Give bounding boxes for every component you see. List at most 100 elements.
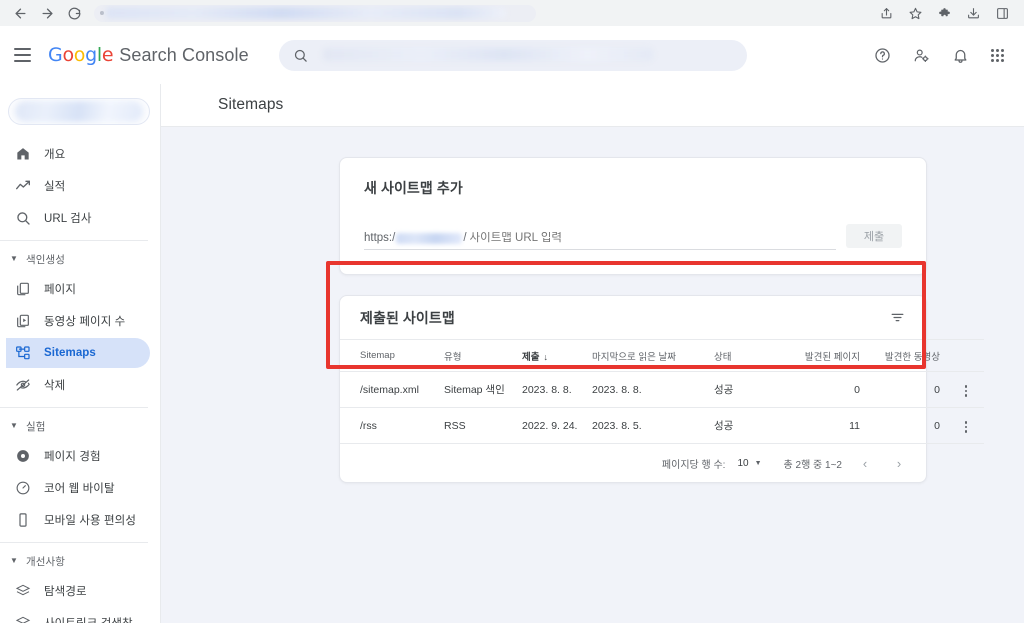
url-prefix-label: https:/ bbox=[364, 232, 396, 244]
cell-videos-found: 0 bbox=[874, 407, 948, 444]
chevron-down-icon: ▼ bbox=[754, 459, 762, 467]
sidebar-item-video-pages[interactable]: 동영상 페이지 수 bbox=[6, 306, 150, 336]
pages-icon bbox=[14, 281, 31, 298]
sidebar-item-overview[interactable]: 개요 bbox=[6, 139, 150, 169]
share-icon[interactable] bbox=[878, 5, 894, 21]
sidebar-item-url-inspection[interactable]: URL 검사 bbox=[6, 203, 150, 233]
column-header-status[interactable]: 상태 bbox=[714, 339, 790, 372]
search-input[interactable] bbox=[278, 39, 747, 71]
video-pages-icon bbox=[14, 313, 31, 330]
table-header-row: Sitemap 유형 제출 ↓ 마지막으로 읽은 날짜 상태 발견된 페이지 발견… bbox=[340, 339, 984, 372]
kebab-menu-icon[interactable] bbox=[961, 381, 972, 401]
kebab-menu-icon[interactable] bbox=[961, 417, 972, 437]
google-wordmark: Google bbox=[48, 44, 114, 66]
sidebar-item-label: 코어 웹 바이탈 bbox=[44, 483, 115, 495]
sidebar-section-label: 개선사항 bbox=[26, 555, 66, 568]
page-title: Sitemaps bbox=[218, 96, 284, 113]
sidebar-item-core-web-vitals[interactable]: 코어 웹 바이탈 bbox=[6, 473, 150, 503]
sidebar-item-label: 탐색경로 bbox=[44, 586, 87, 598]
next-page-button[interactable]: › bbox=[888, 452, 910, 474]
column-header-last-read[interactable]: 마지막으로 읽은 날짜 bbox=[592, 339, 714, 372]
cell-submitted: 2023. 8. 8. bbox=[522, 371, 592, 408]
sidebar-item-removals[interactable]: 삭제 bbox=[6, 370, 150, 400]
bell-icon[interactable] bbox=[952, 47, 969, 64]
cell-pages-found: 11 bbox=[790, 407, 874, 444]
url-redaction bbox=[106, 6, 506, 19]
hamburger-menu-icon[interactable] bbox=[14, 42, 40, 68]
cell-type: RSS bbox=[444, 407, 522, 444]
column-header-submitted-label: 제출 bbox=[522, 351, 540, 363]
sidebar-item-label: 실적 bbox=[44, 181, 66, 193]
reload-icon[interactable] bbox=[66, 5, 82, 21]
sidebar-section-label: 실험 bbox=[26, 420, 46, 433]
arrow-right-icon[interactable] bbox=[39, 5, 55, 21]
status-badge: 성공 bbox=[714, 407, 790, 444]
add-sitemap-card: 새 사이트맵 추가 https:/ / 제출 bbox=[339, 157, 927, 275]
eye-off-icon bbox=[14, 377, 31, 394]
sidebar: 개요 실적 URL 검사 ▼ 색인생성 페이지 동영상 페이지 수 Sitema… bbox=[0, 84, 161, 623]
browser-url-bar[interactable] bbox=[94, 4, 536, 22]
table-row[interactable]: /rss RSS 2022. 9. 24. 2023. 8. 5. 성공 11 … bbox=[340, 407, 984, 444]
column-header-pages-found[interactable]: 발견된 페이지 bbox=[790, 339, 874, 372]
sidebar-item-label: 모바일 사용 편의성 bbox=[44, 515, 137, 527]
core-web-vitals-icon bbox=[14, 480, 31, 497]
sitemap-icon bbox=[14, 345, 31, 362]
sidebar-item-sitemaps[interactable]: Sitemaps bbox=[6, 338, 150, 368]
sidebar-item-label: 페이지 bbox=[44, 284, 77, 296]
submitted-sitemaps-title: 제출된 사이트맵 bbox=[360, 309, 455, 326]
content-area: 새 사이트맵 추가 https:/ / 제출 제출된 사이트맵 bbox=[161, 127, 1024, 483]
page-experience-icon bbox=[14, 448, 31, 465]
sidebar-item-page-experience[interactable]: 페이지 경험 bbox=[6, 441, 150, 471]
browser-toolbar-actions bbox=[878, 5, 1016, 21]
column-header-type[interactable]: 유형 bbox=[444, 339, 522, 372]
column-header-actions bbox=[948, 339, 984, 372]
trending-up-icon bbox=[14, 178, 31, 195]
sidebar-section-enhancements[interactable]: ▼ 개선사항 bbox=[0, 548, 160, 574]
property-selector[interactable] bbox=[8, 98, 150, 125]
help-icon[interactable] bbox=[874, 47, 891, 64]
sidebar-item-label: 페이지 경험 bbox=[44, 451, 101, 463]
status-badge: 성공 bbox=[714, 371, 790, 408]
sort-descending-icon: ↓ bbox=[543, 351, 548, 362]
sitemap-url-input[interactable] bbox=[466, 232, 836, 244]
site-info-icon bbox=[100, 10, 104, 15]
browser-nav-buttons bbox=[8, 5, 88, 21]
caret-down-icon: ▼ bbox=[10, 421, 18, 430]
sitelinks-searchbox-icon bbox=[14, 615, 31, 623]
search-redaction bbox=[322, 47, 653, 61]
sidebar-item-mobile-usability[interactable]: 모바일 사용 편의성 bbox=[6, 505, 150, 535]
arrow-left-icon[interactable] bbox=[12, 5, 28, 21]
download-icon[interactable] bbox=[965, 5, 981, 21]
table-row[interactable]: /sitemap.xml Sitemap 색인 2023. 8. 8. 2023… bbox=[340, 371, 984, 408]
sidebar-divider bbox=[0, 240, 148, 241]
cell-sitemap: /sitemap.xml bbox=[340, 371, 444, 408]
account-settings-icon[interactable] bbox=[913, 47, 930, 64]
previous-page-button[interactable]: ‹ bbox=[854, 452, 876, 474]
brand-logo: Google Search Console bbox=[48, 44, 249, 66]
gsc-header: Google Search Console bbox=[0, 26, 1024, 84]
column-header-videos-found[interactable]: 발견한 동영상 bbox=[874, 339, 948, 372]
sitemap-url-field[interactable]: https:/ / bbox=[364, 232, 836, 250]
puzzle-icon[interactable] bbox=[936, 5, 952, 21]
sidebar-item-performance[interactable]: 실적 bbox=[6, 171, 150, 201]
browser-toolbar bbox=[0, 0, 1024, 26]
mobile-icon bbox=[14, 512, 31, 529]
sidebar-section-indexing[interactable]: ▼ 색인생성 bbox=[0, 246, 160, 272]
rows-per-page-select[interactable]: 10 ▼ bbox=[737, 458, 761, 469]
sidebar-item-sitelinks-searchbox[interactable]: 사이트링크 검색창 bbox=[6, 608, 150, 623]
sidebar-item-pages[interactable]: 페이지 bbox=[6, 274, 150, 304]
main-content: Sitemaps 새 사이트맵 추가 https:/ / 제출 bbox=[161, 84, 1024, 623]
submitted-sitemaps-header: 제출된 사이트맵 bbox=[340, 296, 926, 339]
column-header-sitemap[interactable]: Sitemap bbox=[340, 339, 444, 372]
sidebar-item-breadcrumbs[interactable]: 탐색경로 bbox=[6, 576, 150, 606]
apps-grid-icon[interactable] bbox=[991, 48, 1004, 62]
filter-icon[interactable] bbox=[886, 307, 908, 329]
sidebar-section-experience[interactable]: ▼ 실험 bbox=[0, 413, 160, 439]
star-icon[interactable] bbox=[907, 5, 923, 21]
pagination-range: 총 2행 중 1~2 bbox=[783, 459, 842, 471]
side-panel-icon[interactable] bbox=[994, 5, 1010, 21]
add-sitemap-row: https:/ / 제출 bbox=[364, 224, 902, 250]
caret-down-icon: ▼ bbox=[10, 556, 18, 565]
submit-sitemap-button[interactable]: 제출 bbox=[846, 224, 902, 248]
column-header-submitted[interactable]: 제출 ↓ bbox=[522, 339, 592, 372]
